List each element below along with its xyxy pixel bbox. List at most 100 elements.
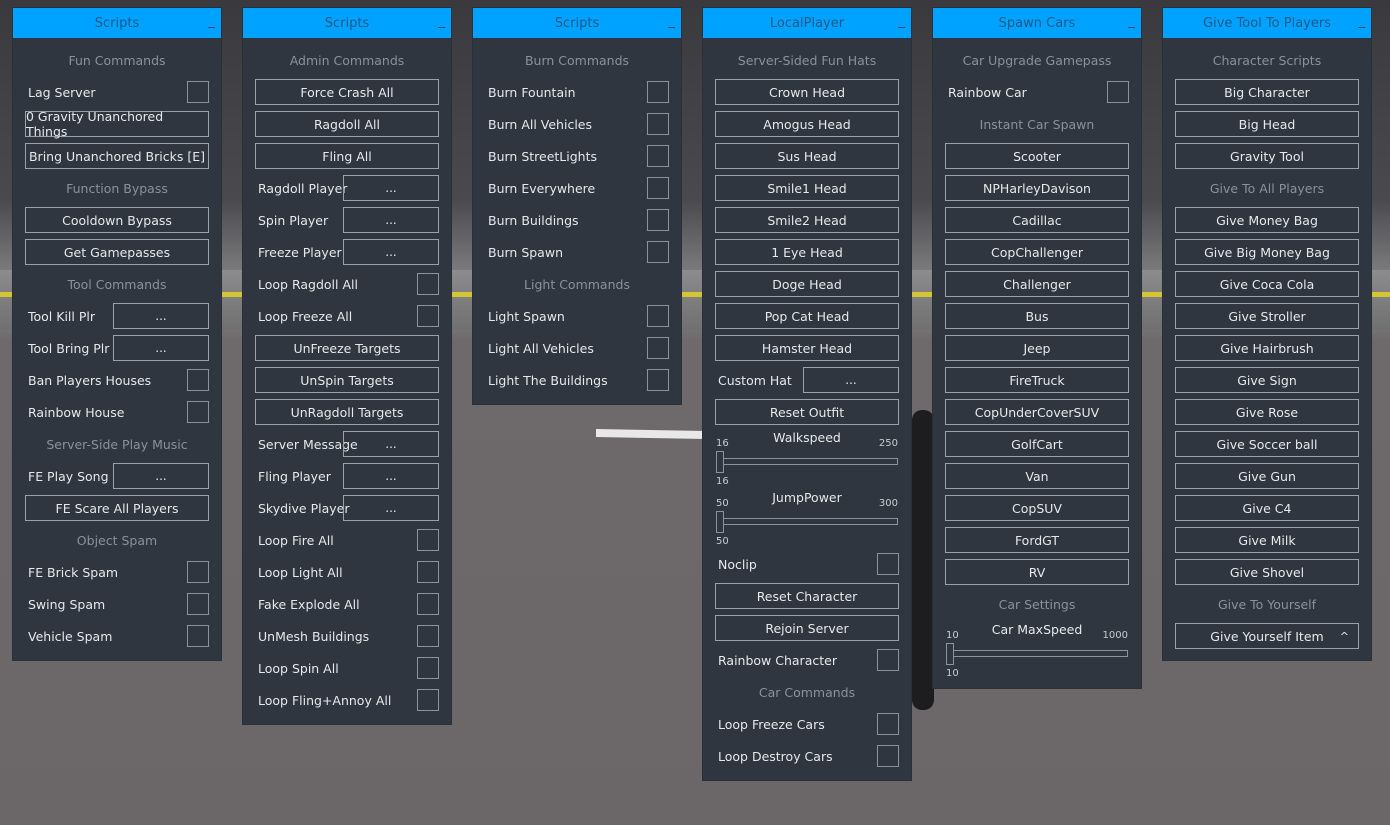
panel-titlebar[interactable]: Give Tool To Players _ xyxy=(1163,8,1371,38)
npharleydavison-button[interactable]: NPHarleyDavison xyxy=(945,175,1129,201)
rainbow-house-checkbox[interactable] xyxy=(187,401,209,423)
firetruck-button[interactable]: FireTruck xyxy=(945,367,1129,393)
give-big-money-bag-button[interactable]: Give Big Money Bag xyxy=(1175,239,1359,265)
give-soccer-ball-button[interactable]: Give Soccer ball xyxy=(1175,431,1359,457)
rainbow-character-checkbox[interactable] xyxy=(877,649,899,671)
fake-explode-all-checkbox[interactable] xyxy=(417,593,439,615)
loop-freeze-all-checkbox[interactable] xyxy=(417,305,439,327)
minimize-button[interactable]: _ xyxy=(899,14,906,29)
smile2-head-button[interactable]: Smile2 Head xyxy=(715,207,899,233)
ragdoll-player-player-select[interactable]: ... xyxy=(343,175,439,201)
light-all-vehicles-checkbox[interactable] xyxy=(647,337,669,359)
give-rose-button[interactable]: Give Rose xyxy=(1175,399,1359,425)
rejoin-server-button[interactable]: Rejoin Server xyxy=(715,615,899,641)
give-stroller-button[interactable]: Give Stroller xyxy=(1175,303,1359,329)
give-hairbrush-button[interactable]: Give Hairbrush xyxy=(1175,335,1359,361)
minimize-button[interactable]: _ xyxy=(209,14,216,29)
burn-spawn-checkbox[interactable] xyxy=(647,241,669,263)
cadillac-button[interactable]: Cadillac xyxy=(945,207,1129,233)
slider-knob[interactable] xyxy=(716,511,724,533)
loop-spin-all-checkbox[interactable] xyxy=(417,657,439,679)
panel-titlebar[interactable]: Scripts _ xyxy=(473,8,681,38)
burn-fountain-checkbox[interactable] xyxy=(647,81,669,103)
loop-fire-all-checkbox[interactable] xyxy=(417,529,439,551)
noclip-checkbox[interactable] xyxy=(877,553,899,575)
light-spawn-checkbox[interactable] xyxy=(647,305,669,327)
fling-player-player-select[interactable]: ... xyxy=(343,463,439,489)
jeep-button[interactable]: Jeep xyxy=(945,335,1129,361)
panel-titlebar[interactable]: Scripts _ xyxy=(243,8,451,38)
panel-titlebar[interactable]: LocalPlayer _ xyxy=(703,8,911,38)
custom-hat-player-select[interactable]: ... xyxy=(803,367,899,393)
loop-light-all-checkbox[interactable] xyxy=(417,561,439,583)
unmesh-buildings-checkbox[interactable] xyxy=(417,625,439,647)
tool-kill-plr-player-select[interactable]: ... xyxy=(113,303,209,329)
rv-button[interactable]: RV xyxy=(945,559,1129,585)
get-gamepasses-button[interactable]: Get Gamepasses xyxy=(25,239,209,265)
tool-bring-plr-player-select[interactable]: ... xyxy=(113,335,209,361)
doge-head-button[interactable]: Doge Head xyxy=(715,271,899,297)
sus-head-button[interactable]: Sus Head xyxy=(715,143,899,169)
give-gun-button[interactable]: Give Gun xyxy=(1175,463,1359,489)
minimize-button[interactable]: _ xyxy=(1359,14,1366,29)
van-button[interactable]: Van xyxy=(945,463,1129,489)
server-message-player-select[interactable]: ... xyxy=(343,431,439,457)
give-milk-button[interactable]: Give Milk xyxy=(1175,527,1359,553)
fling-all-button[interactable]: Fling All xyxy=(255,143,439,169)
bring-unanchored-bricks-e-button[interactable]: Bring Unanchored Bricks [E] xyxy=(25,143,209,169)
unfreeze-targets-button[interactable]: UnFreeze Targets xyxy=(255,335,439,361)
light-the-buildings-checkbox[interactable] xyxy=(647,369,669,391)
burn-everywhere-checkbox[interactable] xyxy=(647,177,669,199)
give-yourself-item-dropdown[interactable]: Give Yourself Item ^ xyxy=(1175,623,1359,649)
give-shovel-button[interactable]: Give Shovel xyxy=(1175,559,1359,585)
burn-buildings-checkbox[interactable] xyxy=(647,209,669,231)
burn-streetlights-checkbox[interactable] xyxy=(647,145,669,167)
copundercoversuv-button[interactable]: CopUnderCoverSUV xyxy=(945,399,1129,425)
burn-all-vehicles-checkbox[interactable] xyxy=(647,113,669,135)
swing-spam-checkbox[interactable] xyxy=(187,593,209,615)
minimize-button[interactable]: _ xyxy=(1129,14,1136,29)
rainbow-car-checkbox[interactable] xyxy=(1107,81,1129,103)
vehicle-spam-checkbox[interactable] xyxy=(187,625,209,647)
loop-destroy-cars-checkbox[interactable] xyxy=(877,745,899,767)
fe-play-song-player-select[interactable]: ... xyxy=(113,463,209,489)
ragdoll-all-button[interactable]: Ragdoll All xyxy=(255,111,439,137)
panel-titlebar[interactable]: Spawn Cars _ xyxy=(933,8,1141,38)
fe-brick-spam-checkbox[interactable] xyxy=(187,561,209,583)
unspin-targets-button[interactable]: UnSpin Targets xyxy=(255,367,439,393)
force-crash-all-button[interactable]: Force Crash All xyxy=(255,79,439,105)
smile1-head-button[interactable]: Smile1 Head xyxy=(715,175,899,201)
freeze-player-player-select[interactable]: ... xyxy=(343,239,439,265)
pop-cat-head-button[interactable]: Pop Cat Head xyxy=(715,303,899,329)
slider-knob[interactable] xyxy=(946,643,954,665)
loop-freeze-cars-checkbox[interactable] xyxy=(877,713,899,735)
copchallenger-button[interactable]: CopChallenger xyxy=(945,239,1129,265)
unragdoll-targets-button[interactable]: UnRagdoll Targets xyxy=(255,399,439,425)
fordgt-button[interactable]: FordGT xyxy=(945,527,1129,553)
amogus-head-button[interactable]: Amogus Head xyxy=(715,111,899,137)
give-coca-cola-button[interactable]: Give Coca Cola xyxy=(1175,271,1359,297)
gravity-tool-button[interactable]: Gravity Tool xyxy=(1175,143,1359,169)
fe-scare-all-players-button[interactable]: FE Scare All Players xyxy=(25,495,209,521)
slider-track[interactable] xyxy=(718,518,898,525)
ban-players-houses-checkbox[interactable] xyxy=(187,369,209,391)
big-character-button[interactable]: Big Character xyxy=(1175,79,1359,105)
skydive-player-player-select[interactable]: ... xyxy=(343,495,439,521)
minimize-button[interactable]: _ xyxy=(439,14,446,29)
panel-titlebar[interactable]: Scripts _ xyxy=(13,8,221,38)
spin-player-player-select[interactable]: ... xyxy=(343,207,439,233)
crown-head-button[interactable]: Crown Head xyxy=(715,79,899,105)
slider-knob[interactable] xyxy=(716,451,724,473)
reset-character-button[interactable]: Reset Character xyxy=(715,583,899,609)
lag-server-checkbox[interactable] xyxy=(187,81,209,103)
golfcart-button[interactable]: GolfCart xyxy=(945,431,1129,457)
give-money-bag-button[interactable]: Give Money Bag xyxy=(1175,207,1359,233)
big-head-button[interactable]: Big Head xyxy=(1175,111,1359,137)
1-eye-head-button[interactable]: 1 Eye Head xyxy=(715,239,899,265)
minimize-button[interactable]: _ xyxy=(669,14,676,29)
cooldown-bypass-button[interactable]: Cooldown Bypass xyxy=(25,207,209,233)
bus-button[interactable]: Bus xyxy=(945,303,1129,329)
give-c4-button[interactable]: Give C4 xyxy=(1175,495,1359,521)
hamster-head-button[interactable]: Hamster Head xyxy=(715,335,899,361)
slider-track[interactable] xyxy=(718,458,898,465)
